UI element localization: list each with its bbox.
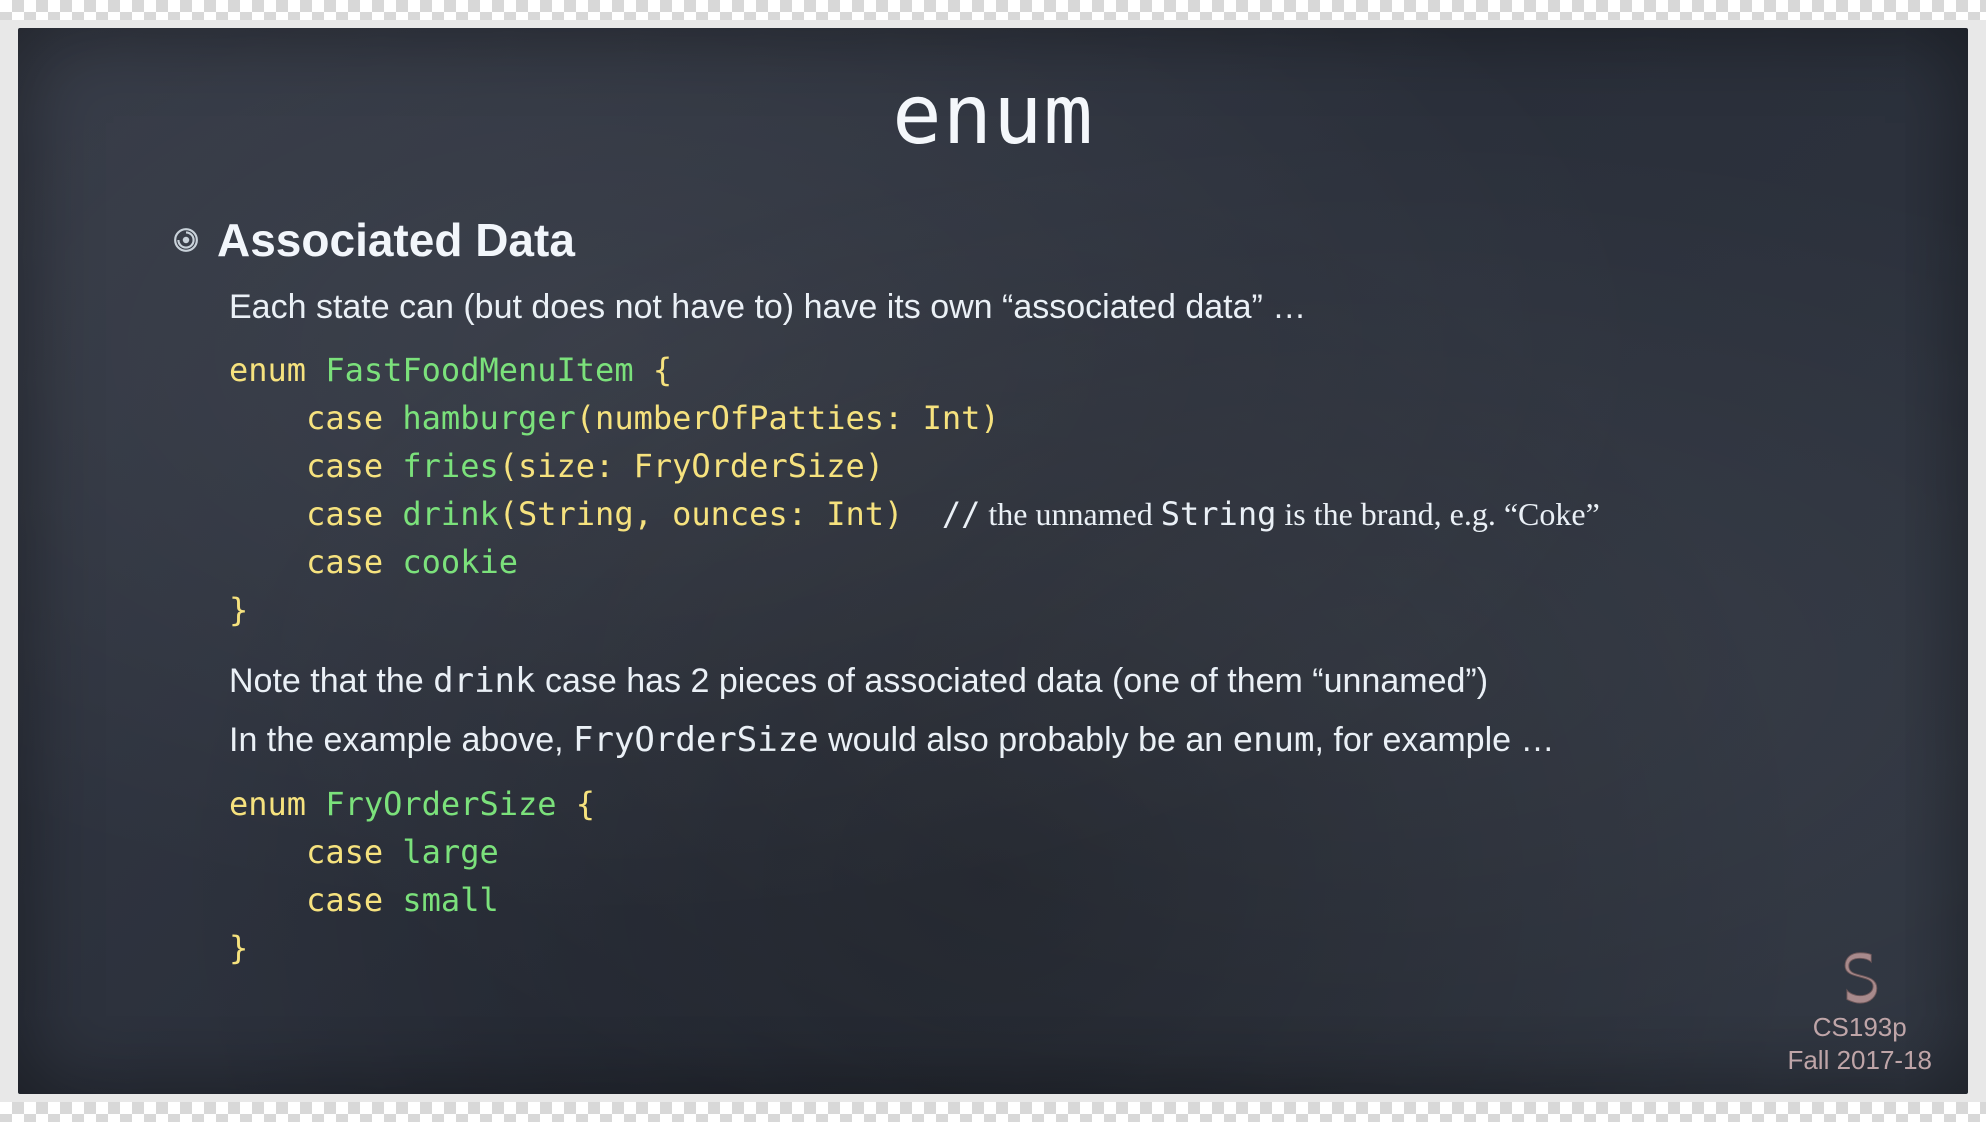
code-token: case — [306, 543, 383, 581]
code-token: enum — [229, 785, 306, 823]
slide: enum Associated Data Each state can (but… — [18, 28, 1968, 1094]
code-token: enum — [229, 351, 306, 389]
code-token: { — [576, 785, 595, 823]
note-text: , for example … — [1315, 721, 1555, 759]
note-text: Note that the — [229, 662, 433, 700]
footer-course: CS193p — [1787, 1011, 1932, 1044]
code-token: case — [306, 881, 383, 919]
code-token: case — [306, 495, 383, 533]
code-token: large — [402, 833, 498, 871]
note-line-1: Note that the drink case has 2 pieces of… — [229, 656, 1888, 707]
transparency-strip-top — [0, 0, 1986, 20]
code-token: { — [653, 351, 672, 389]
intro-text: Each state can (but does not have to) ha… — [229, 283, 1888, 332]
code-token: (String, ounces: Int) — [499, 495, 904, 533]
note-mono: drink — [433, 661, 535, 701]
slide-title: enum — [18, 68, 1968, 163]
note-text: In the example above, — [229, 721, 573, 759]
code-comment-mono: String — [1161, 495, 1277, 533]
code-comment-slashes: // — [942, 495, 981, 533]
code-token: hamburger — [402, 399, 575, 437]
code-token: } — [229, 929, 248, 967]
note-line-2: In the example above, FryOrderSize would… — [229, 715, 1888, 766]
code-token: case — [306, 833, 383, 871]
code-token: (size: FryOrderSize) — [499, 447, 884, 485]
code-block-1: enum FastFoodMenuItem { case hamburger(n… — [229, 346, 1888, 634]
code-block-2: enum FryOrderSize { case large case smal… — [229, 780, 1888, 972]
code-token: drink — [402, 495, 498, 533]
note-mono: enum — [1233, 720, 1315, 760]
section-heading: Associated Data — [217, 213, 575, 267]
code-comment: is the brand, e.g. “Coke” — [1276, 496, 1599, 532]
code-token: (numberOfPatties: Int) — [576, 399, 1000, 437]
section-heading-row: Associated Data — [173, 213, 1888, 267]
code-token: small — [402, 881, 498, 919]
code-token: FastFoodMenuItem — [325, 351, 633, 389]
code-token: } — [229, 591, 248, 629]
slide-content: Associated Data Each state can (but does… — [173, 213, 1888, 994]
code-token: case — [306, 399, 383, 437]
stanford-logo-icon — [1832, 949, 1888, 1005]
transparency-strip-bottom — [0, 1102, 1986, 1122]
note-mono: FryOrderSize — [573, 720, 819, 760]
note-text: would also probably be an — [819, 721, 1233, 759]
code-comment: the unnamed — [980, 496, 1160, 532]
note-text: case has 2 pieces of associated data (on… — [536, 662, 1489, 700]
code-token: FryOrderSize — [325, 785, 556, 823]
slide-footer: CS193p Fall 2017-18 — [1787, 949, 1932, 1076]
swirl-bullet-icon — [173, 227, 199, 253]
footer-term: Fall 2017-18 — [1787, 1044, 1932, 1077]
code-token: fries — [402, 447, 498, 485]
code-token: cookie — [402, 543, 518, 581]
code-token: case — [306, 447, 383, 485]
